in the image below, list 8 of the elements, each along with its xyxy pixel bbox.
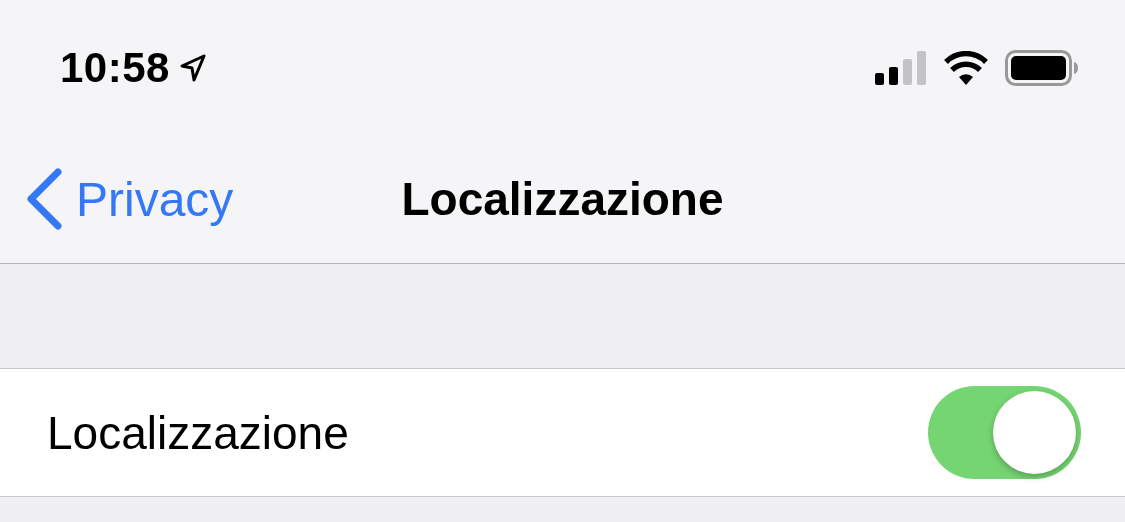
- battery-icon: [1005, 50, 1079, 86]
- nav-title: Localizzazione: [401, 172, 724, 226]
- status-time: 10:58: [60, 44, 170, 92]
- back-button[interactable]: Privacy: [26, 168, 234, 230]
- signal-icon: [875, 51, 927, 85]
- row-label: Localizzazione: [47, 405, 349, 460]
- wifi-icon: [943, 51, 989, 85]
- chevron-left-icon: [26, 168, 62, 230]
